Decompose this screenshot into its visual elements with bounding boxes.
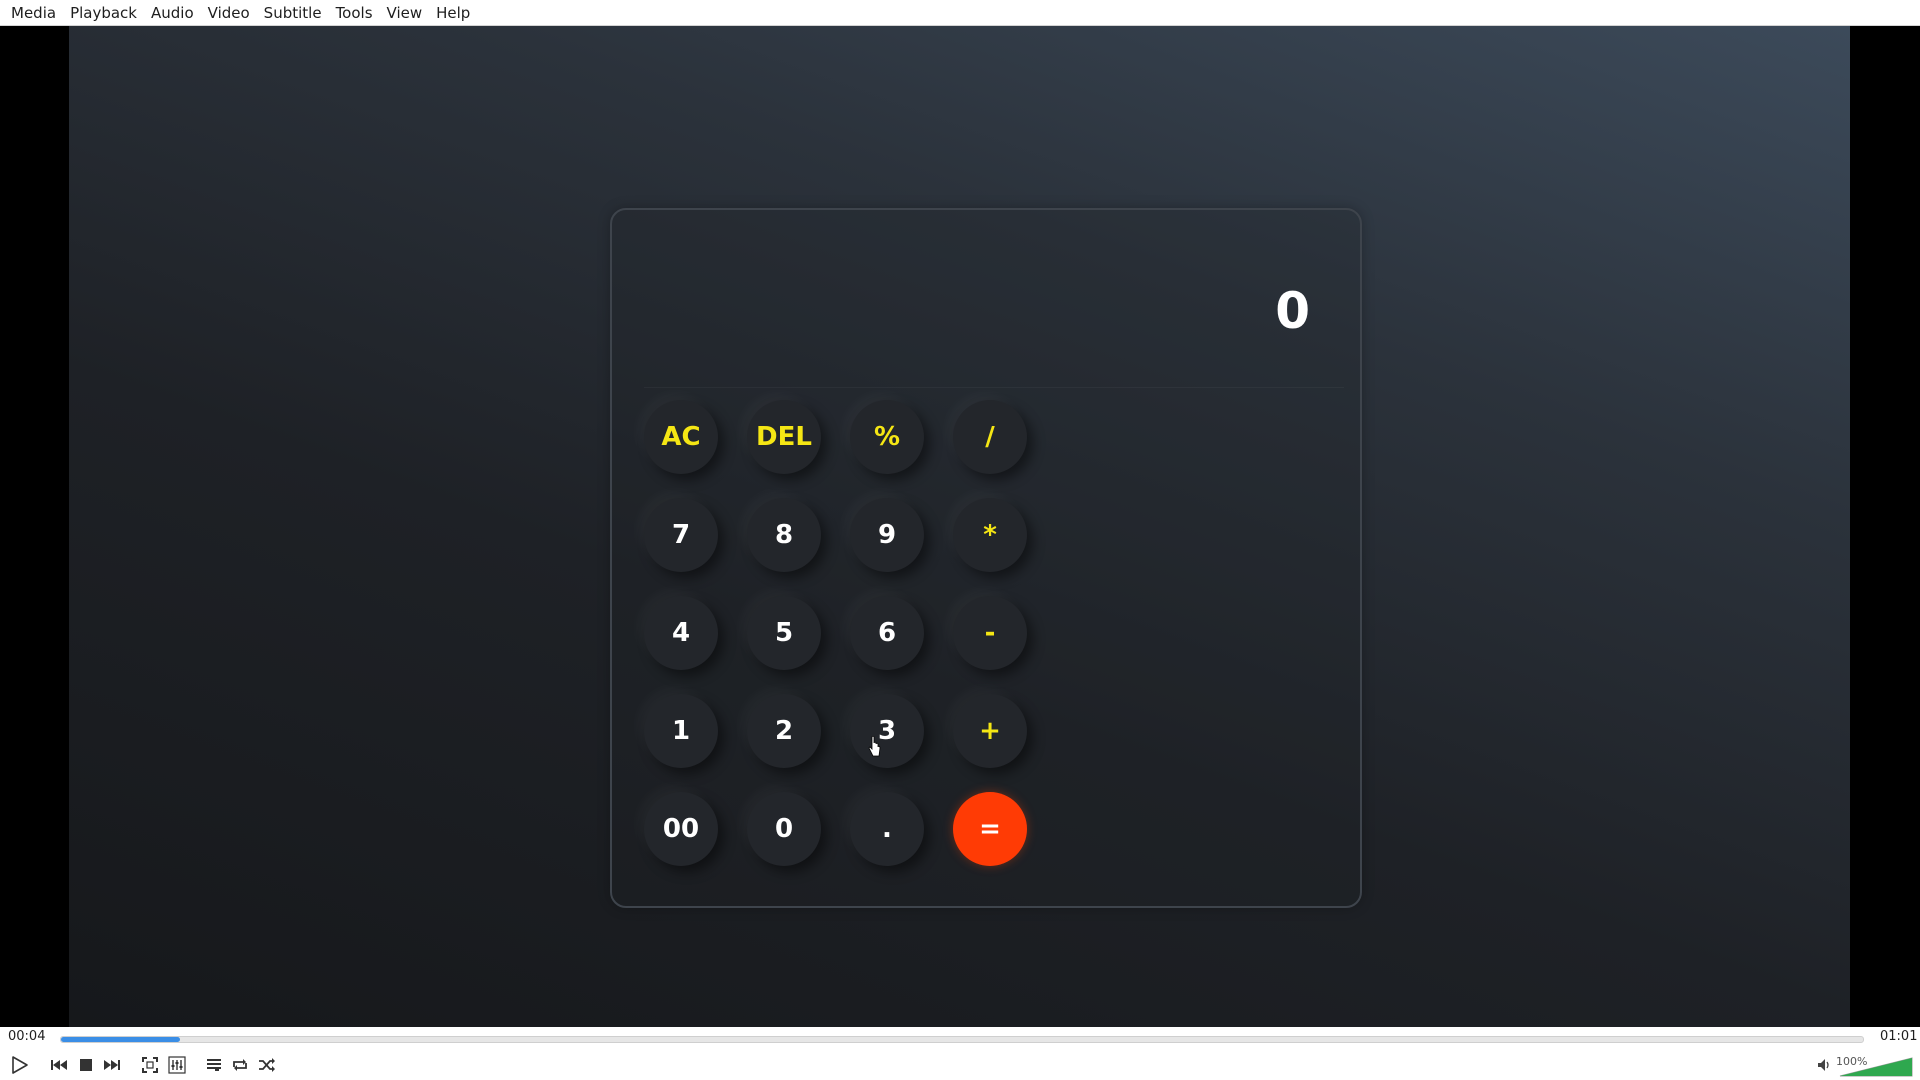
player-controls: 00:04 01:01 100% <box>0 1027 1920 1080</box>
shuffle-button[interactable] <box>254 1052 280 1078</box>
extended-settings-button[interactable] <box>164 1052 190 1078</box>
key-equals[interactable]: = <box>953 792 1027 866</box>
previous-button[interactable] <box>46 1052 72 1078</box>
menu-tools[interactable]: Tools <box>329 0 380 26</box>
key-9[interactable]: 9 <box>850 498 924 572</box>
key-percent[interactable]: % <box>850 400 924 474</box>
video-frame: 0 AC DEL%/7 8 9 * 4 5 6-1 2 3 +00 0. = <box>69 26 1850 1027</box>
key-1[interactable]: 1 <box>644 694 718 768</box>
menu-view[interactable]: View <box>380 0 430 26</box>
stop-button[interactable] <box>73 1052 99 1078</box>
key-8[interactable]: 8 <box>747 498 821 572</box>
key-double-zero[interactable]: 00 <box>644 792 718 866</box>
volume-slider[interactable] <box>1839 1057 1913 1077</box>
play-icon <box>12 1056 28 1074</box>
menu-audio[interactable]: Audio <box>144 0 201 26</box>
stop-icon <box>80 1059 92 1071</box>
loop-button[interactable] <box>227 1052 253 1078</box>
key-add[interactable]: + <box>953 694 1027 768</box>
key-clear[interactable]: AC <box>644 400 718 474</box>
key-3[interactable]: 3 <box>850 694 924 768</box>
menu-help[interactable]: Help <box>429 0 477 26</box>
video-area[interactable]: 0 AC DEL%/7 8 9 * 4 5 6-1 2 3 +00 0. = <box>0 26 1920 1027</box>
fullscreen-button[interactable] <box>137 1052 163 1078</box>
menu-media[interactable]: Media <box>4 0 63 26</box>
total-time: 01:01 <box>1880 1029 1918 1044</box>
calculator: 0 AC DEL%/7 8 9 * 4 5 6-1 2 3 +00 0. = <box>610 208 1362 908</box>
mouse-cursor-icon <box>868 736 881 757</box>
next-icon <box>104 1060 120 1070</box>
menu-video[interactable]: Video <box>201 0 257 26</box>
next-button[interactable] <box>99 1052 125 1078</box>
key-7[interactable]: 7 <box>644 498 718 572</box>
menu-bar: Media Playback Audio Video Subtitle Tool… <box>0 0 1920 26</box>
seek-bar-fill <box>61 1037 180 1042</box>
fullscreen-icon <box>142 1057 158 1073</box>
key-0[interactable]: 0 <box>747 792 821 866</box>
playlist-icon <box>207 1059 221 1071</box>
menu-subtitle[interactable]: Subtitle <box>257 0 329 26</box>
elapsed-time: 00:04 <box>8 1029 46 1044</box>
key-4[interactable]: 4 <box>644 596 718 670</box>
key-delete[interactable]: DEL <box>747 400 821 474</box>
key-divide[interactable]: / <box>953 400 1027 474</box>
key-5[interactable]: 5 <box>747 596 821 670</box>
speaker-icon <box>1818 1059 1829 1071</box>
key-decimal[interactable]: . <box>850 792 924 866</box>
key-6[interactable]: 6 <box>850 596 924 670</box>
playlist-button[interactable] <box>201 1052 227 1078</box>
extended-settings-icon <box>168 1056 186 1074</box>
menu-playback[interactable]: Playback <box>63 0 144 26</box>
display-value: 0 <box>1275 282 1310 340</box>
previous-icon <box>51 1060 67 1070</box>
loop-icon <box>233 1059 247 1071</box>
play-button[interactable] <box>6 1052 32 1078</box>
key-multiply[interactable]: * <box>953 498 1027 572</box>
mute-button[interactable] <box>1812 1052 1838 1078</box>
seek-bar[interactable] <box>60 1036 1864 1043</box>
calculator-display: 0 <box>644 232 1344 388</box>
shuffle-icon <box>259 1058 275 1072</box>
key-2[interactable]: 2 <box>747 694 821 768</box>
key-subtract[interactable]: - <box>953 596 1027 670</box>
